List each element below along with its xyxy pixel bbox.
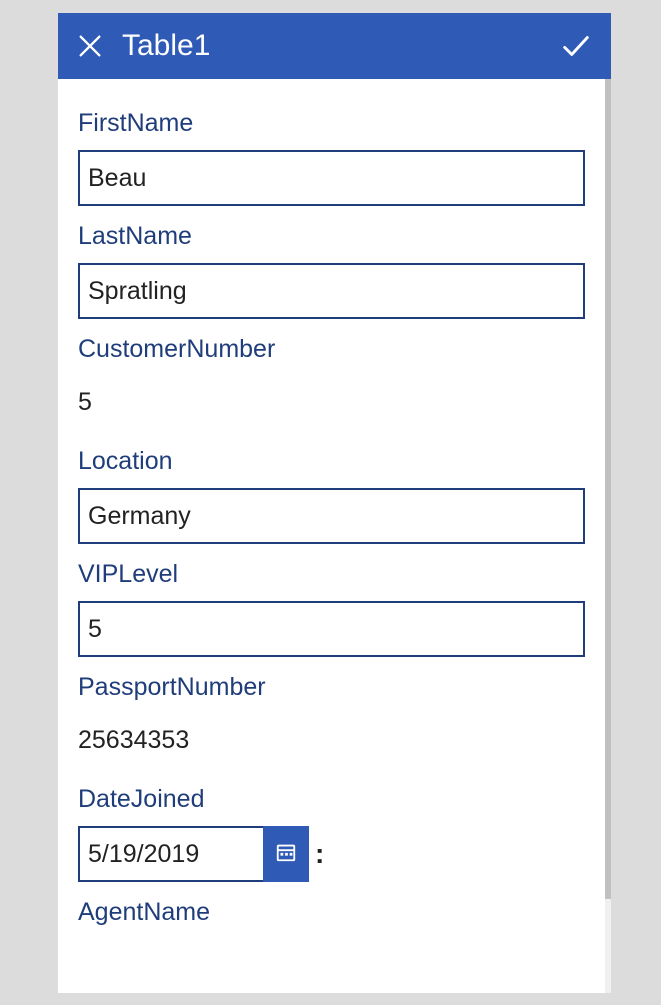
field-lastname: LastName xyxy=(78,222,585,319)
field-customernumber: CustomerNumber 5 xyxy=(78,335,585,431)
form-title: Table1 xyxy=(122,29,210,63)
field-firstname: FirstName xyxy=(78,109,585,206)
label-agentname: AgentName xyxy=(78,898,585,927)
date-picker-button[interactable] xyxy=(263,826,309,882)
field-datejoined: DateJoined xyxy=(78,785,585,882)
label-customernumber: CustomerNumber xyxy=(78,335,585,364)
input-firstname[interactable] xyxy=(78,150,585,206)
label-viplevel: VIPLevel xyxy=(78,560,585,589)
value-passportnumber: 25634353 xyxy=(78,714,585,769)
edit-form-panel: Table1 FirstName LastName CustomerNumber… xyxy=(58,13,611,993)
time-separator: : xyxy=(315,838,324,870)
scrollbar-track[interactable] xyxy=(605,79,611,993)
close-icon[interactable] xyxy=(76,32,104,60)
field-agentname: AgentName xyxy=(78,898,585,927)
scrollbar-thumb[interactable] xyxy=(605,79,611,899)
header-left: Table1 xyxy=(76,29,210,63)
input-datejoined[interactable] xyxy=(78,826,263,882)
form-scroll: FirstName LastName CustomerNumber 5 Loca… xyxy=(58,79,605,993)
form-body: FirstName LastName CustomerNumber 5 Loca… xyxy=(58,79,611,993)
date-row: : xyxy=(78,826,585,882)
input-location[interactable] xyxy=(78,488,585,544)
form-header: Table1 xyxy=(58,13,611,79)
label-datejoined: DateJoined xyxy=(78,785,585,814)
field-passportnumber: PassportNumber 25634353 xyxy=(78,673,585,769)
label-lastname: LastName xyxy=(78,222,585,251)
field-viplevel: VIPLevel xyxy=(78,560,585,657)
label-location: Location xyxy=(78,447,585,476)
label-firstname: FirstName xyxy=(78,109,585,138)
calendar-icon xyxy=(275,841,297,868)
input-lastname[interactable] xyxy=(78,263,585,319)
label-passportnumber: PassportNumber xyxy=(78,673,585,702)
field-location: Location xyxy=(78,447,585,544)
input-viplevel[interactable] xyxy=(78,601,585,657)
value-customernumber: 5 xyxy=(78,376,585,431)
confirm-icon[interactable] xyxy=(559,29,593,63)
